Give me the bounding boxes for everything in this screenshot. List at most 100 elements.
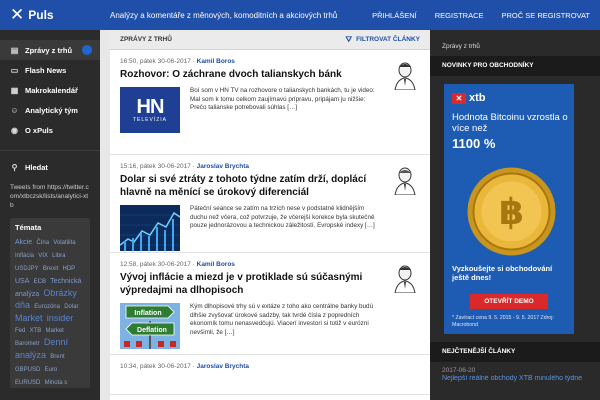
topic-tag[interactable]: Technická	[50, 278, 81, 285]
left-sidebar: ▤ Zprávy z trhů ▭ Flash News ▦ Makrokale…	[0, 30, 100, 400]
topics-cloud-box: Témata Akcie Čína Volatilita Inflácia VI…	[10, 218, 90, 388]
article-author[interactable]: Jaroslav Brychta	[197, 363, 249, 370]
hn-logo-text: HN	[136, 96, 165, 118]
topic-tag[interactable]: Brexit	[43, 266, 58, 272]
sidebar-item-analyst-team[interactable]: ☺ Analytický tým	[0, 100, 100, 120]
topic-tag[interactable]: Čína	[36, 240, 49, 246]
article-item[interactable]: 10:34, pátek 30-06-2017 · Jaroslav Brych…	[110, 355, 430, 395]
topic-tag[interactable]: USDJPY	[15, 266, 39, 272]
sidebar-item-label: Flash News	[25, 65, 67, 75]
topic-tag[interactable]: GBPUSD	[15, 367, 40, 373]
topic-tag[interactable]: EURUSD	[15, 380, 40, 386]
sidebar-item-flash-news[interactable]: ▭ Flash News	[0, 60, 100, 80]
topics-cloud: Akcie Čína Volatilita Inflácia VIX Libra…	[15, 236, 85, 388]
person-icon: ☺	[10, 105, 19, 115]
sidebar-search[interactable]: ⚲ Hledat	[0, 157, 100, 177]
sidebar-item-about[interactable]: ◉ O xPuls	[0, 120, 100, 140]
topic-tag[interactable]: Libra	[52, 253, 65, 259]
filter-articles-button[interactable]: ⛛ FILTROVAT ČLÁNKY	[345, 35, 420, 45]
xtb-advertisement[interactable]: ✕ xtb Hodnota Bitcoinu vzrostla o více n…	[444, 84, 574, 334]
article-excerpt: Páteční seance se zatím na trzích nese v…	[190, 205, 375, 230]
flash-icon: ▭	[10, 65, 19, 75]
news-for-traders-heading: NOVINKY PRO OBCHODNÍKY	[430, 56, 600, 76]
topic-tag[interactable]: Minuta s	[45, 380, 68, 386]
search-label: Hledat	[25, 162, 48, 172]
article-thumbnail[interactable]	[120, 205, 180, 251]
most-read-list: 2017-06-20 Nejlepší reálné obchody XTB m…	[430, 367, 600, 382]
article-item[interactable]: 15:16, pátek 30-06-2017 · Jaroslav Brych…	[110, 155, 430, 253]
article-title[interactable]: Vývoj inflácie a miezd je v protiklade s…	[120, 271, 375, 297]
topic-tag[interactable]: ECB	[34, 279, 46, 285]
author-avatar	[394, 167, 416, 195]
sidebar-item-market-news[interactable]: ▤ Zprávy z trhů	[0, 40, 100, 60]
article-author[interactable]: Jaroslav Brychta	[197, 163, 249, 170]
tweets-text[interactable]: Tweets from https://twitter.com/xtbczsk/…	[0, 177, 100, 210]
topic-tag[interactable]: Brent	[50, 354, 64, 360]
topic-tag[interactable]: Inflácia	[15, 253, 34, 259]
article-author[interactable]: Kamil Boros	[197, 261, 235, 268]
topic-tag[interactable]: Volatilita	[53, 240, 75, 246]
topic-tag[interactable]: USA	[15, 278, 29, 285]
article-meta: 12:58, pátek 30-06-2017 · Kamil Boros	[120, 261, 235, 268]
topic-tag[interactable]: VIX	[38, 253, 48, 259]
sidebar-item-label: Zprávy z trhů	[25, 45, 73, 55]
article-meta: 15:16, pátek 30-06-2017 · Jaroslav Brych…	[120, 163, 250, 170]
tagline: Analýzy a komentáře z měnových, komoditn…	[110, 11, 338, 20]
section-title: ZPRÁVY Z TRHŮ	[120, 36, 172, 43]
topic-tag[interactable]: HDP	[62, 266, 75, 272]
why-register-link[interactable]: PROČ SE REGISTROVAT	[502, 11, 590, 20]
xtb-logo-text: xtb	[469, 92, 486, 104]
calendar-icon: ▦	[10, 85, 19, 95]
author-avatar	[394, 62, 416, 90]
topic-tag[interactable]: Market	[15, 313, 43, 323]
article-item[interactable]: 16:50, pátek 30-06-2017 · Kamil Boros Ro…	[110, 50, 430, 155]
topics-title: Témata	[15, 223, 42, 232]
article-title[interactable]: Dolar si své ztráty z tohoto týdne zatím…	[120, 173, 375, 199]
article-thumbnail[interactable]: HN TELEVÍZIA	[120, 87, 180, 133]
sidebar-item-label: Makrokalendář	[25, 85, 78, 95]
open-demo-button[interactable]: OTEVŘÍT DEMO	[470, 294, 548, 309]
register-link[interactable]: REGISTRACE	[435, 11, 484, 20]
login-link[interactable]: PŘIHLÁŠENÍ	[372, 11, 417, 20]
logo[interactable]: ✕ Puls	[10, 6, 120, 24]
topic-tag[interactable]: Euro	[45, 367, 58, 373]
topic-tag[interactable]: Akcie	[15, 239, 32, 246]
article-time: 15:16, pátek 30-06-2017	[120, 163, 191, 170]
topic-tag[interactable]: Denní	[44, 337, 68, 347]
ad-percent: 1100 %	[452, 136, 496, 151]
topic-tag[interactable]: analýza	[15, 291, 39, 298]
topic-tag[interactable]: XTB	[30, 328, 42, 334]
topic-tag[interactable]: Eurozóna	[34, 304, 60, 310]
author-avatar	[394, 265, 416, 293]
hn-logo-subtext: TELEVÍZIA	[132, 117, 167, 123]
article-item[interactable]: 12:58, pátek 30-06-2017 · Kamil Boros Vý…	[110, 253, 430, 355]
notification-badge	[82, 45, 92, 55]
sidebar-item-label: Analytický tým	[25, 105, 78, 115]
breadcrumb[interactable]: Zprávy z trhů	[430, 30, 600, 50]
sign-deflation-text: Deflation	[137, 327, 167, 334]
article-title[interactable]: Rozhovor: O záchrane dvoch talianskych b…	[120, 68, 375, 81]
article-excerpt: Boí som v HN TV na rozhovore o taliansky…	[190, 87, 375, 112]
topic-tag[interactable]: Obrázky	[43, 288, 77, 298]
right-sidebar: Zprávy z trhů NOVINKY PRO OBCHODNÍKY ✕ x…	[430, 30, 600, 400]
ad-headline: Hodnota Bitcoinu vzrostla o více než	[452, 112, 568, 134]
section-header: ZPRÁVY Z TRHŮ ⛛ FILTROVAT ČLÁNKY	[110, 30, 430, 50]
bitcoin-coin-icon: ฿	[467, 167, 556, 256]
topic-tag[interactable]: Market	[45, 328, 63, 334]
filter-label: FILTROVAT ČLÁNKY	[356, 36, 420, 43]
topic-tag[interactable]: analýza	[15, 350, 46, 360]
logo-text: Puls	[28, 8, 54, 22]
topic-tag[interactable]: Barometr	[15, 341, 40, 347]
news-link[interactable]: Nejlepší reálné obchody XTB minulého týd…	[442, 375, 588, 382]
search-icon: ⚲	[11, 162, 18, 172]
article-time: 12:58, pátek 30-06-2017	[120, 261, 191, 268]
sidebar-item-macro-calendar[interactable]: ▦ Makrokalendář	[0, 80, 100, 100]
topic-tag[interactable]: dňa	[15, 300, 30, 310]
topic-tag[interactable]: Fed	[15, 328, 25, 334]
article-meta: 16:50, pátek 30-06-2017 · Kamil Boros	[120, 58, 235, 65]
topic-tag[interactable]: insider	[47, 313, 74, 323]
article-thumbnail[interactable]: Inflation Deflation	[120, 303, 180, 349]
article-author[interactable]: Kamil Boros	[197, 58, 235, 65]
filter-icon: ⛛	[345, 34, 353, 44]
topic-tag[interactable]: Dolar	[64, 304, 78, 310]
